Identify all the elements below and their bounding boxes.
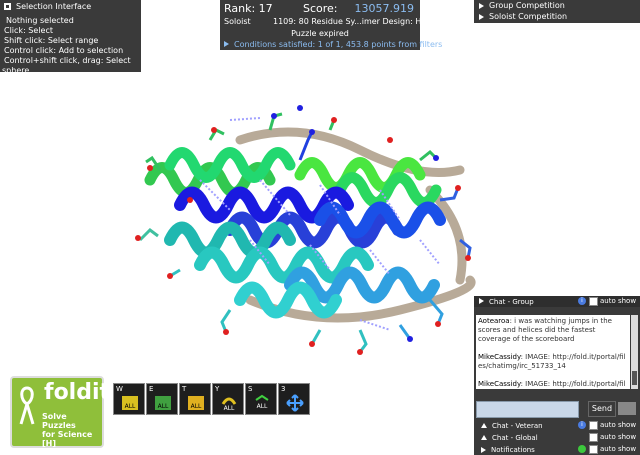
expand-arrow-icon — [224, 41, 229, 47]
info-icon[interactable]: i — [578, 421, 586, 429]
chat-message: Aotearoa: i was watching jumps in the sc… — [478, 317, 628, 344]
expand-arrow-icon — [479, 13, 484, 20]
puzzle-status: Puzzle expired — [291, 29, 349, 38]
chat-sender: Aotearoa — [478, 317, 510, 325]
shake-all-button[interactable]: E ALL — [146, 383, 178, 415]
collapse-arrow-icon — [481, 423, 487, 428]
expand-arrow-icon — [479, 2, 484, 9]
selection-help-line: Control click: Add to selection — [4, 46, 124, 55]
tool-shortcut-key: S — [248, 385, 253, 393]
selection-status: Nothing selected — [6, 16, 74, 25]
sidechain-all-button[interactable]: S ALL — [245, 383, 277, 415]
logo-tagline-text: for Science — [42, 430, 93, 439]
tool-shortcut-key: Y — [215, 385, 220, 393]
conditions-text: Conditions satisfied: 1 of 1, 453.8 poin… — [234, 40, 443, 49]
tool-shortcut-key: E — [149, 385, 154, 393]
group-competition-toggle[interactable]: Group Competition — [474, 0, 640, 11]
chat-group-title: Chat - Group — [489, 297, 534, 306]
chat-messages[interactable]: Aotearoa: i was watching jumps in the sc… — [476, 315, 630, 389]
chat-input[interactable] — [476, 401, 579, 418]
selection-cursor-icon — [4, 3, 11, 10]
selection-interface-header[interactable]: Selection Interface — [0, 0, 141, 13]
chat-message: MikeCassidy: IMAGE: http://fold.it/porta… — [478, 353, 628, 371]
logo-tagline: Solve Puzzles for Science [H] — [42, 412, 102, 448]
selection-help-line: sphere — [2, 66, 30, 75]
svg-text:ALL: ALL — [191, 403, 202, 410]
shake-all-icon: ALL — [155, 396, 171, 410]
tool-shortcut-key: T — [182, 385, 187, 393]
chat-sender: MikeCassidy — [478, 353, 521, 361]
rebuild-all-icon: ALL — [221, 397, 237, 412]
auto-show-checkbox[interactable] — [589, 297, 598, 306]
chat-global-tab[interactable]: Chat - Global auto show — [474, 432, 640, 443]
chat-panel: Chat - Group i auto show Aotearoa: i was… — [474, 296, 640, 455]
auto-show-label: auto show — [600, 421, 637, 429]
svg-text:ALL: ALL — [257, 403, 268, 410]
selection-help-line: Shift click: Select range — [4, 36, 99, 45]
logo-tagline-line: for Science [H] — [42, 430, 102, 448]
send-button[interactable]: Send — [588, 401, 616, 417]
tweak-all-button[interactable]: T ALL — [179, 383, 211, 415]
auto-show-label: auto show — [600, 445, 637, 453]
chat-scroll-thumb[interactable] — [632, 371, 637, 385]
chat-veteran-label: Chat - Veteran — [492, 421, 543, 430]
logo-name: foldit — [44, 380, 111, 405]
chat-scrollbar[interactable] — [631, 315, 638, 389]
soloist-competition-label: Soloist Competition — [489, 12, 568, 21]
chat-veteran-tab[interactable]: Chat - Veteran i auto show — [474, 420, 640, 431]
ribbon-icon — [19, 386, 35, 425]
selection-interface-panel: Selection Interface Nothing selected Cli… — [0, 0, 141, 75]
expand-arrow-icon — [479, 298, 484, 304]
svg-text:ALL: ALL — [158, 403, 169, 410]
svg-text:ALL: ALL — [125, 403, 136, 410]
score-value: 13057.919 — [354, 2, 415, 15]
auto-show-label: auto show — [600, 297, 637, 305]
logo-tagline-line: Solve Puzzles — [42, 412, 76, 430]
chat-message: MikeCassidy: IMAGE: http://fold.it/porta… — [478, 380, 628, 389]
tool-shortcut-key: 3 — [281, 385, 286, 393]
chat-sender: MikeCassidy — [478, 380, 521, 388]
move-arrows-icon — [286, 394, 304, 412]
rank-label: Rank: 17 — [224, 2, 273, 15]
svg-text:ALL: ALL — [224, 405, 235, 412]
expand-arrow-icon — [481, 446, 486, 453]
auto-show-checkbox[interactable] — [589, 445, 598, 454]
selection-help-line: Control+shift click, drag: Select — [4, 56, 131, 65]
notification-status-icon — [578, 445, 586, 453]
competition-panel: Group Competition Soloist Competition — [474, 0, 640, 23]
tweak-all-icon: ALL — [188, 396, 204, 410]
foldit-logo[interactable]: foldit Solve Puzzles for Science [H] — [10, 376, 110, 448]
chat-global-label: Chat - Global — [492, 433, 538, 442]
sidechain-all-icon: ALL — [255, 394, 269, 410]
notifications-tab[interactable]: Notifications auto show — [474, 444, 640, 455]
selection-interface-title: Selection Interface — [16, 2, 92, 11]
score-info-panel: Rank: 17 Score: 13057.919 Soloist 1109: … — [220, 0, 442, 50]
group-competition-label: Group Competition — [489, 1, 565, 10]
score-label: Score: — [303, 2, 338, 15]
chat-group-tab[interactable]: Chat - Group i auto show — [474, 296, 640, 307]
collapse-arrow-icon — [481, 435, 487, 440]
soloist-competition-toggle[interactable]: Soloist Competition — [474, 11, 640, 22]
auto-show-label: auto show — [600, 433, 637, 441]
move-tool-button[interactable]: 3 — [278, 383, 310, 415]
tool-shortcut-key: W — [116, 385, 123, 393]
wiggle-all-button[interactable]: W ALL — [113, 383, 145, 415]
info-icon[interactable]: i — [578, 297, 586, 305]
wiggle-all-icon: ALL — [122, 396, 138, 410]
rebuild-all-button[interactable]: Y ALL — [212, 383, 244, 415]
puzzle-title: 1109: 80 Residue Sy...imer Design: HBNet — [273, 17, 441, 26]
camera-icon[interactable] — [618, 402, 636, 415]
auto-show-checkbox[interactable] — [589, 433, 598, 442]
logo-shortcut: [H] — [42, 439, 57, 448]
auto-show-checkbox[interactable] — [589, 421, 598, 430]
conditions-toggle[interactable]: Conditions satisfied: 1 of 1, 453.8 poin… — [224, 40, 442, 49]
notifications-label: Notifications — [491, 445, 535, 454]
selection-help-line: Click: Select — [4, 26, 53, 35]
player-role: Soloist — [224, 17, 251, 26]
